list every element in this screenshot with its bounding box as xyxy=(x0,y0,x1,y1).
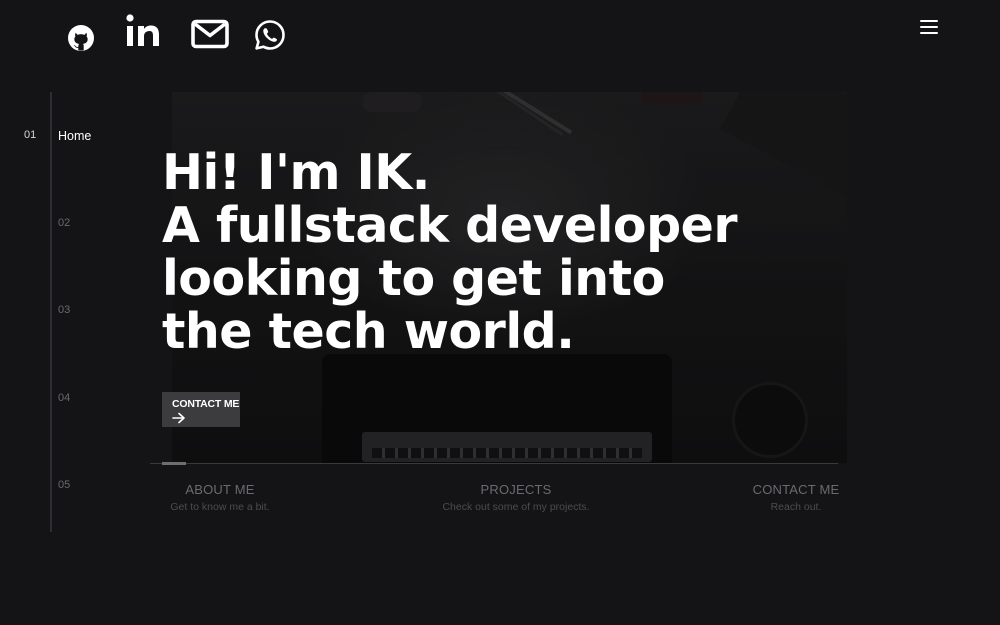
contact-me-button-label: CONTACT ME xyxy=(172,398,240,410)
tab-title: PROJECTS xyxy=(480,482,552,497)
tab-projects[interactable]: PROJECTS Check out some of my projects. xyxy=(416,482,616,513)
side-nav-item-01[interactable]: 01 xyxy=(24,129,36,141)
hero-line-1: Hi! I'm IK. xyxy=(162,144,430,201)
tab-subtitle: Check out some of my projects. xyxy=(442,501,590,513)
side-nav-label-home[interactable]: Home xyxy=(58,129,91,143)
tab-contact-me[interactable]: CONTACT ME Reach out. xyxy=(736,482,856,513)
tab-title: ABOUT ME xyxy=(185,482,255,497)
github-icon xyxy=(68,25,94,51)
tab-subtitle: Reach out. xyxy=(770,501,822,513)
side-nav-item-05[interactable]: 05 xyxy=(58,479,70,491)
side-nav-item-04[interactable]: 04 xyxy=(58,392,70,404)
slider-progress xyxy=(162,462,186,465)
github-link[interactable] xyxy=(64,14,98,62)
hero-heading: Hi! I'm IK. A fullstack developer lookin… xyxy=(162,146,802,358)
side-nav-item-02[interactable]: 02 xyxy=(58,217,70,229)
hamburger-line xyxy=(920,32,938,34)
page: 01 Home 02 03 04 05 Hi! I'm IK. A fullst… xyxy=(0,0,1000,625)
whatsapp-link[interactable] xyxy=(252,11,288,59)
hero-line-2: A fullstack developer xyxy=(162,197,738,254)
tab-title: CONTACT ME xyxy=(752,482,840,497)
hero-line-3: looking to get into xyxy=(162,250,665,307)
side-nav-track xyxy=(50,92,52,532)
slider-track xyxy=(150,463,838,464)
side-nav-item-03[interactable]: 03 xyxy=(58,304,70,316)
tab-subtitle: Get to know me a bit. xyxy=(170,501,270,513)
hamburger-line xyxy=(920,20,938,22)
mail-icon xyxy=(191,19,229,49)
whatsapp-icon xyxy=(255,20,285,50)
hamburger-line xyxy=(920,26,938,28)
tab-about-me[interactable]: ABOUT ME Get to know me a bit. xyxy=(150,482,290,513)
arrow-right-icon xyxy=(172,411,240,429)
linkedin-icon xyxy=(126,14,159,46)
contact-me-button[interactable]: CONTACT ME xyxy=(162,392,240,427)
hero-line-4: the tech world. xyxy=(162,303,575,360)
hamburger-menu-icon[interactable] xyxy=(920,19,942,37)
email-link[interactable] xyxy=(188,10,232,58)
linkedin-link[interactable] xyxy=(124,8,166,56)
